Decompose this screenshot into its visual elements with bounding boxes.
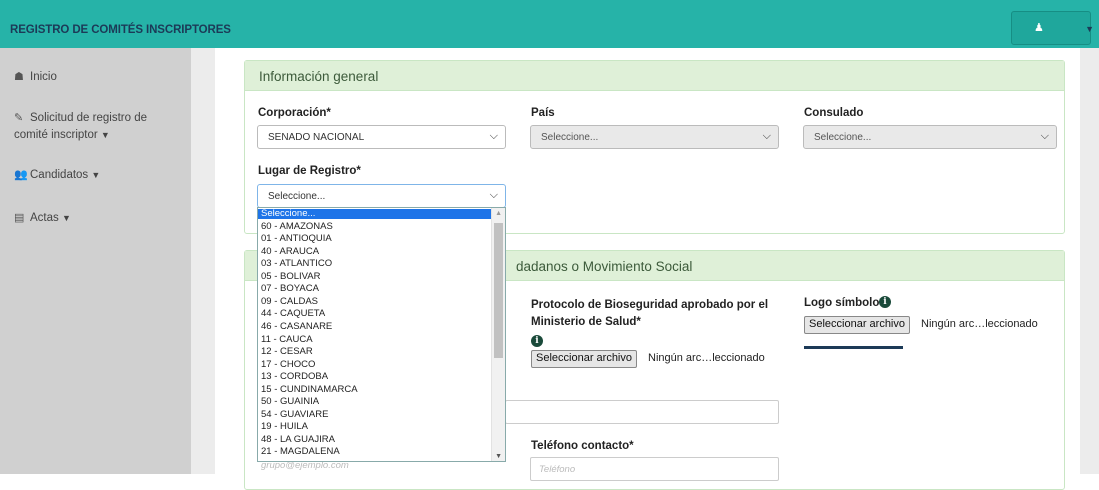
consulado-label: Consulado (804, 107, 864, 119)
sidebar-item-solicitud[interactable]: ✎ Solicitud de registro de comité inscrip… (14, 110, 147, 144)
dropdown-option[interactable]: 21 - MAGDALENA (258, 447, 494, 458)
lugar-registro-select[interactable]: Seleccione... ⌵ (257, 184, 506, 208)
scroll-up-icon[interactable]: ▲ (495, 210, 502, 217)
dropdown-option[interactable]: 09 - CALDAS (258, 296, 494, 307)
email-input[interactable]: grupo@ejemplo.com (257, 460, 506, 484)
consulado-select[interactable]: Seleccione... ⌵ (803, 125, 1057, 149)
chevron-down-icon: ▼ (1085, 24, 1094, 34)
user-menu-button[interactable]: ♟ ▼ (1011, 11, 1094, 45)
sidebar-item-inicio[interactable]: ☗ Inicio (14, 69, 57, 86)
dropdown-option[interactable]: 01 - ANTIOQUIA (258, 233, 494, 244)
info-icon[interactable]: i (531, 335, 543, 347)
dropdown-option[interactable]: 03 - ATLANTICO (258, 258, 494, 269)
sidebar-item-label-cont: comité inscriptor (14, 129, 98, 141)
users-icon: 👥 (14, 169, 28, 181)
lugar-registro-label: Lugar de Registro* (258, 165, 361, 177)
logo-label: Logo símbolo* (804, 297, 884, 309)
file-pdf-icon: ▤ (14, 212, 25, 224)
user-icon: ♟ (1034, 22, 1044, 34)
dropdown-option[interactable]: 60 - AMAZONAS (258, 221, 494, 232)
info-icon[interactable]: i (879, 296, 891, 308)
dropdown-option[interactable]: Seleccione... (258, 208, 494, 220)
protocolo-file-button[interactable]: Seleccionar archivo (531, 350, 637, 368)
sidebar-item-label: Actas (30, 212, 59, 224)
chevron-down-icon: ⌵ (489, 189, 498, 201)
pais-select[interactable]: Seleccione... ⌵ (530, 125, 779, 149)
protocolo-file-status: Ningún arc…leccionado (648, 352, 765, 364)
dropdown-option[interactable]: 15 - CUNDINAMARCA (258, 384, 494, 395)
dashboard-icon: ☗ (14, 71, 24, 83)
dropdown-scrollbar[interactable]: ▲ ▼ (491, 208, 505, 461)
dropdown-option[interactable]: 44 - CAQUETA (258, 309, 494, 320)
sidebar-item-candidatos[interactable]: 👥 Candidatos ▼ (14, 167, 100, 184)
dropdown-option[interactable]: 13 - CORDOBA (258, 371, 494, 382)
logo-file-button[interactable]: Seleccionar archivo (804, 316, 910, 334)
dropdown-option[interactable]: 48 - LA GUAJIRA (258, 434, 494, 445)
caret-down-icon: ▼ (100, 130, 110, 140)
sidebar-item-label: Inicio (30, 71, 57, 83)
sidebar: ☗ Inicio ✎ Solicitud de registro de comité… (0, 48, 191, 474)
select-value: SENADO NACIONAL (268, 132, 365, 143)
dropdown-option[interactable]: 19 - HUILA (258, 422, 494, 433)
panel-heading: Información general (245, 61, 1064, 91)
select-value: Seleccione... (541, 132, 599, 143)
logo-file-status: Ningún arc…leccionado (921, 318, 1038, 330)
sidebar-item-actas[interactable]: ▤ Actas ▼ (14, 210, 71, 227)
edit-icon: ✎ (14, 112, 24, 124)
sidebar-item-label: Candidatos (30, 169, 89, 181)
dropdown-option[interactable]: 11 - CAUCA (258, 334, 494, 345)
protocolo-label: Protocolo de Bioseguridad aprobado por e… (531, 299, 769, 328)
lugar-registro-dropdown[interactable]: Seleccione... 60 - AMAZONAS 01 - ANTIOQUIA… (257, 207, 506, 462)
scroll-down-icon[interactable]: ▼ (495, 453, 502, 460)
corporacion-select[interactable]: SENADO NACIONAL ⌵ (257, 125, 506, 149)
input-placeholder: Teléfono (539, 464, 576, 475)
scrollbar-thumb[interactable] (494, 223, 503, 358)
chevron-down-icon: ⌵ (489, 130, 498, 142)
dropdown-option[interactable]: 05 - BOLIVAR (258, 271, 494, 282)
telefono-input[interactable]: Teléfono (530, 457, 779, 481)
chevron-down-icon: ⌵ (1040, 130, 1049, 142)
dropdown-option[interactable]: 07 - BOYACA (258, 283, 494, 294)
top-navbar: REGISTRO DE COMITÉS INSCRIPTORES ♟ ▼ (0, 0, 1099, 48)
telefono-label: Teléfono contacto* (531, 440, 634, 452)
sidebar-item-label: Solicitud de registro de (30, 112, 147, 124)
dropdown-option[interactable]: 17 - CHOCO (258, 359, 494, 370)
app-title: REGISTRO DE COMITÉS INSCRIPTORES (10, 24, 231, 36)
caret-down-icon: ▼ (61, 213, 71, 223)
dropdown-option[interactable]: 40 - ARAUCA (258, 246, 494, 257)
select-value: Seleccione... (268, 191, 326, 202)
dropdown-option[interactable]: 54 - GUAVIARE (258, 409, 494, 420)
dropdown-option[interactable]: 50 - GUAINIA (258, 396, 494, 407)
dropdown-option[interactable]: 12 - CESAR (258, 346, 494, 357)
select-value: Seleccione... (814, 132, 872, 143)
nombre-input[interactable] (505, 400, 779, 424)
chevron-down-icon: ⌵ (762, 130, 771, 142)
corporacion-label: Corporación* (258, 107, 331, 119)
logo-preview-bar (804, 346, 903, 349)
caret-down-icon: ▼ (91, 170, 101, 180)
dropdown-option[interactable]: 46 - CASANARE (258, 321, 494, 332)
pais-label: País (531, 107, 555, 119)
